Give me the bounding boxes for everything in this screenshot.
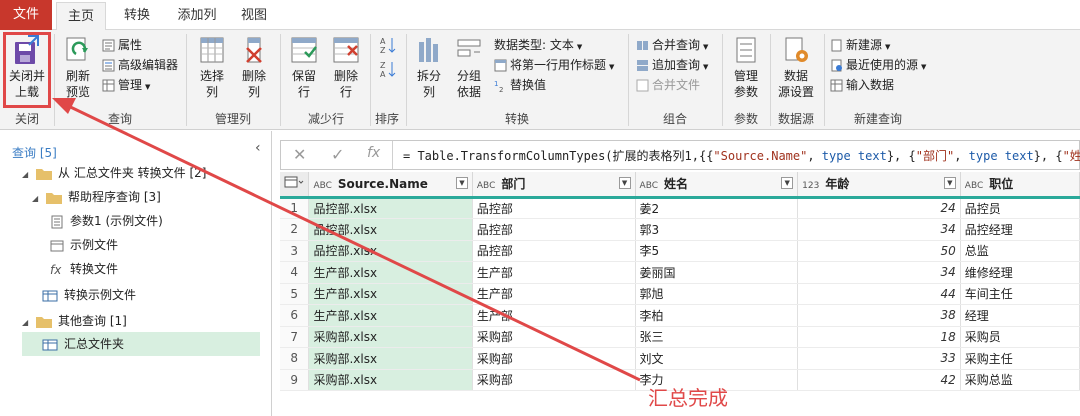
annotation-arrow xyxy=(52,98,641,382)
annotation-text: 汇总完成 xyxy=(648,386,728,410)
